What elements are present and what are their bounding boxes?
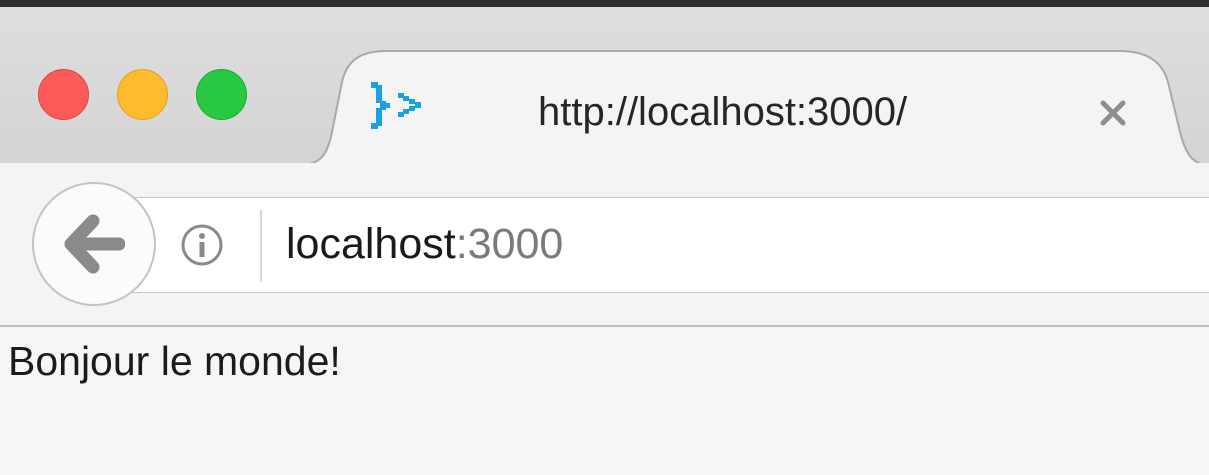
url-port: :3000 [455,220,564,268]
back-button[interactable] [32,182,156,306]
navigation-toolbar: localhost:3000 [0,165,1209,327]
address-bar[interactable] [120,197,1209,293]
close-icon[interactable] [1093,93,1133,133]
tab-title[interactable]: http://localhost:3000/ [538,90,907,135]
active-tab[interactable] [0,0,1209,170]
url-text[interactable]: localhost:3000 [286,223,563,266]
info-icon[interactable] [180,223,224,267]
browser-window: http://localhost:3000/ localhost:3000 Bo… [0,0,1209,475]
address-bar-divider [260,210,262,282]
page-body-text: Bonjour le monde! [8,338,341,384]
page-content: Bonjour le monde! [0,327,1209,475]
node-prompt-icon [371,82,421,129]
back-arrow-icon [64,214,125,274]
url-host: localhost [286,220,456,268]
